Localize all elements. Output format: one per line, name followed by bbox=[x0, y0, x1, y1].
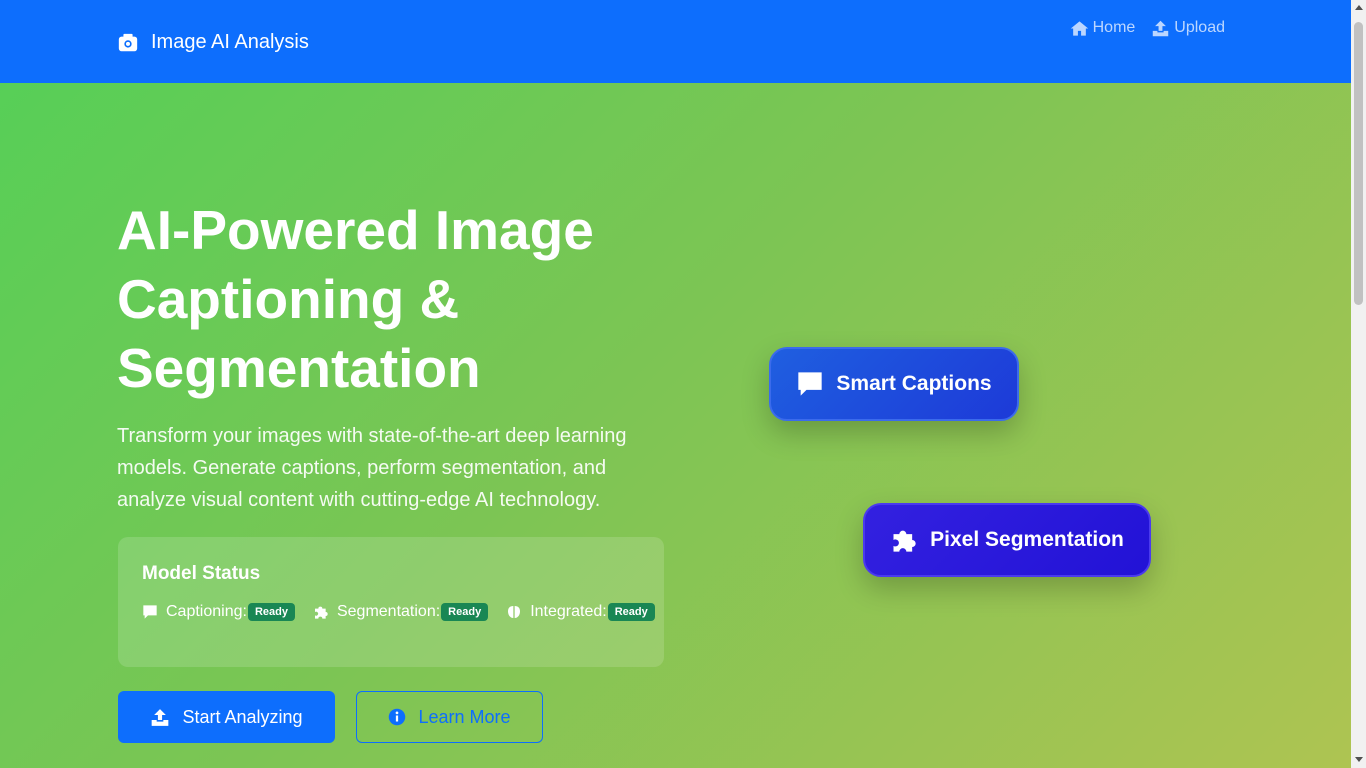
model-status-card: Model Status Captioning: Ready Segmentat… bbox=[118, 537, 664, 667]
status-label: Captioning: bbox=[166, 603, 247, 620]
feature-card-label: Pixel Segmentation bbox=[930, 528, 1124, 551]
comment-icon bbox=[798, 372, 823, 396]
status-label: Segmentation: bbox=[336, 603, 441, 620]
brain-icon bbox=[508, 606, 521, 618]
info-circle-icon bbox=[389, 708, 406, 726]
navbar: Image AI Analysis Home Upload bbox=[0, 0, 1351, 83]
feature-card-pixel-segmentation: Pixel Segmentation bbox=[863, 503, 1151, 577]
feature-card-label: Smart Captions bbox=[836, 372, 992, 395]
start-analyzing-button[interactable]: Start Analyzing bbox=[118, 691, 335, 743]
hero-headline: AI-Powered Image Captioning & Segmentati… bbox=[117, 199, 594, 399]
status-item-segmentation: Segmentation: Ready bbox=[313, 603, 489, 621]
model-status-title: Model Status bbox=[142, 563, 261, 584]
home-icon bbox=[1070, 20, 1088, 36]
scroll-up-arrow-icon[interactable] bbox=[1355, 5, 1363, 10]
hero-lead-text: Transform your images with state-of-the-… bbox=[117, 425, 627, 511]
scrollbar-thumb[interactable] bbox=[1354, 22, 1363, 305]
hero-section: AI-Powered Image Captioning & Segmentati… bbox=[0, 83, 1351, 768]
status-badge: Ready bbox=[247, 603, 295, 621]
puzzle-icon bbox=[314, 606, 328, 619]
status-label: Integrated: bbox=[530, 603, 607, 620]
page-scrollbar[interactable] bbox=[1351, 0, 1366, 768]
feature-card-smart-captions: Smart Captions bbox=[769, 347, 1019, 421]
learn-more-button[interactable]: Learn More bbox=[356, 691, 543, 743]
comment-icon bbox=[143, 605, 157, 619]
status-item-captioning: Captioning: Ready bbox=[142, 603, 295, 621]
nav-link-upload-label: Upload bbox=[1174, 19, 1225, 36]
puzzle-icon bbox=[893, 530, 916, 552]
start-analyzing-label: Start Analyzing bbox=[182, 706, 303, 727]
upload-icon bbox=[1153, 20, 1169, 36]
model-status-row: Captioning: Ready Segmentation: Ready In… bbox=[142, 603, 655, 621]
status-item-integrated: Integrated: Ready bbox=[506, 603, 655, 621]
brand-name: Image AI Analysis bbox=[151, 31, 309, 53]
nav-link-upload[interactable]: Upload bbox=[1151, 19, 1225, 37]
status-badge: Ready bbox=[441, 603, 489, 621]
nav-link-home[interactable]: Home bbox=[1070, 19, 1136, 37]
upload-icon bbox=[152, 708, 169, 726]
brand-link[interactable]: Image AI Analysis bbox=[117, 31, 309, 54]
learn-more-label: Learn More bbox=[418, 706, 511, 727]
scroll-down-arrow-icon[interactable] bbox=[1355, 757, 1363, 762]
camera-icon bbox=[118, 33, 138, 51]
status-badge: Ready bbox=[607, 603, 655, 621]
nav-links: Home Upload bbox=[1070, 19, 1225, 37]
nav-link-home-label: Home bbox=[1092, 19, 1136, 36]
